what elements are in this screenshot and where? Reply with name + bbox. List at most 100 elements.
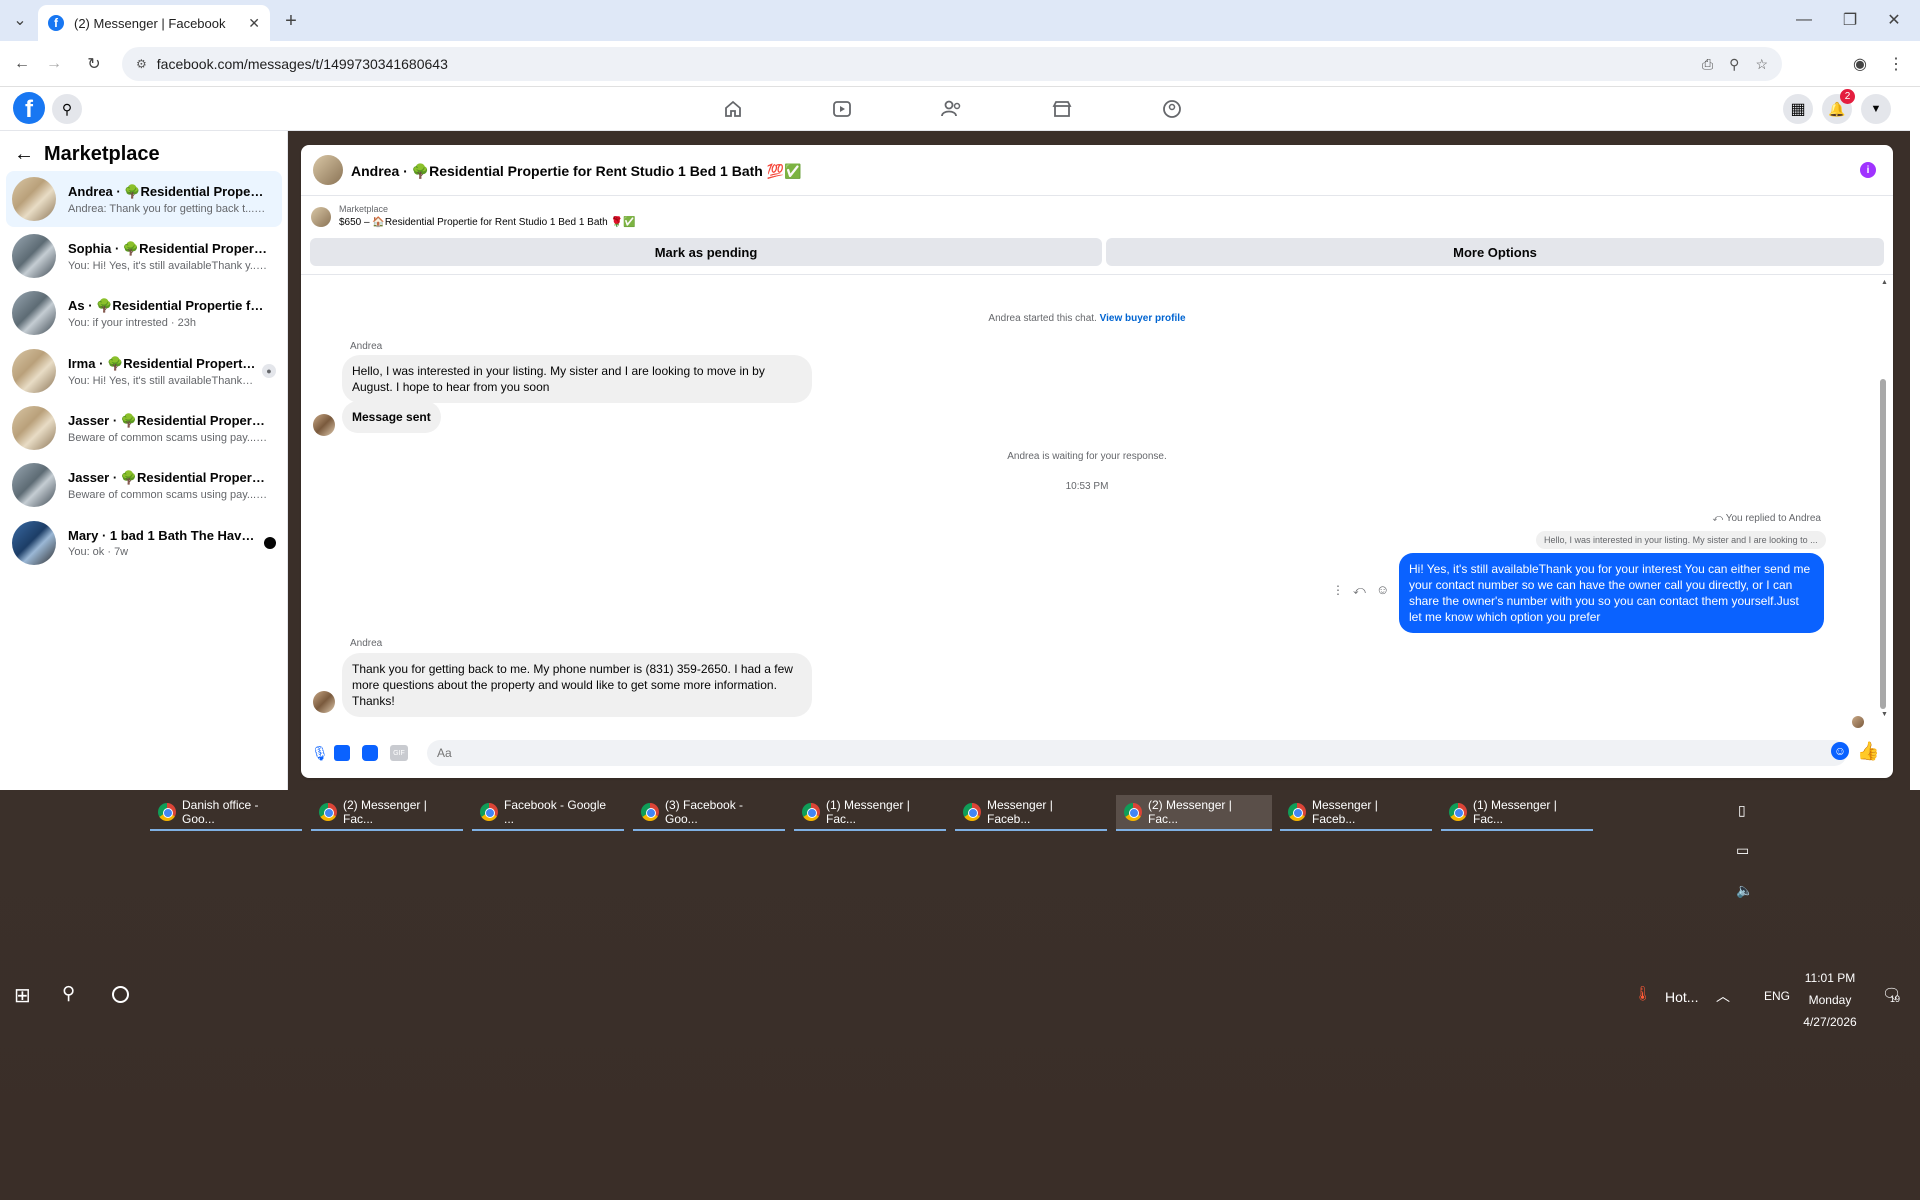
browser-tab-active[interactable]: f (2) Messenger | Facebook ✕ bbox=[38, 5, 270, 41]
message-input[interactable] bbox=[427, 740, 1847, 766]
profile-icon[interactable]: ◉ bbox=[1846, 50, 1874, 78]
incoming-message[interactable]: Thank you for getting back to me. My pho… bbox=[342, 653, 812, 717]
scrollbar-thumb[interactable] bbox=[1880, 379, 1886, 709]
facebook-logo-icon[interactable]: f bbox=[13, 92, 45, 124]
chat-header-avatar[interactable] bbox=[313, 155, 343, 185]
incoming-message[interactable]: Message sent bbox=[342, 401, 441, 433]
info-icon[interactable]: i bbox=[1860, 162, 1876, 178]
account-dropdown-icon[interactable]: ▼ bbox=[1861, 94, 1891, 124]
microphone-icon[interactable]: 🎙 bbox=[311, 745, 329, 762]
taskbar-item[interactable]: Facebook - Google ... bbox=[472, 795, 624, 831]
conversation-item[interactable]: As · 🌳Residential Propertie for Re... You… bbox=[6, 285, 282, 341]
taskbar-item[interactable]: (1) Messenger | Fac... bbox=[794, 795, 946, 831]
conversation-item[interactable]: Jasser · 🌳Residential Propertie for... Be… bbox=[6, 457, 282, 513]
new-tab-icon[interactable]: + bbox=[277, 7, 305, 35]
mark-as-pending-button[interactable]: Mark as pending bbox=[310, 238, 1102, 266]
close-tab-icon[interactable]: ✕ bbox=[248, 15, 260, 32]
taskbar-item[interactable]: Danish office - Goo... bbox=[150, 795, 302, 831]
react-icon[interactable]: ☺ bbox=[1376, 582, 1389, 597]
view-buyer-profile-link[interactable]: View buyer profile bbox=[1100, 313, 1186, 324]
facebook-header: f ⚲ ▦ 🔔 2 ▼ bbox=[0, 87, 1910, 131]
conversation-name: As · 🌳Residential Propertie for Re... bbox=[68, 297, 268, 313]
chat-header-title[interactable]: Andrea · 🌳Residential Propertie for Rent… bbox=[351, 163, 802, 180]
avatar bbox=[12, 177, 56, 221]
clock-day: Monday bbox=[1808, 993, 1852, 1007]
conversation-item[interactable]: Jasser · 🌳Residential Propertie for... Be… bbox=[6, 400, 282, 456]
language-indicator[interactable]: ENG bbox=[1764, 989, 1790, 1003]
install-icon[interactable]: ⎙ bbox=[1702, 56, 1713, 73]
monitor-icon[interactable]: ▭ bbox=[1736, 842, 1749, 859]
sticker-icon[interactable] bbox=[362, 745, 378, 761]
waiting-notice: Andrea is waiting for your response. bbox=[1007, 451, 1167, 462]
page-scrollbar[interactable] bbox=[1910, 87, 1920, 790]
taskbar-label: Messenger | Faceb... bbox=[987, 798, 1053, 826]
chrome-icon bbox=[1288, 803, 1306, 821]
chrome-icon bbox=[1124, 803, 1142, 821]
taskbar-item[interactable]: (3) Facebook - Goo... bbox=[633, 795, 785, 831]
taskbar-search-icon[interactable]: ⚲ bbox=[62, 983, 75, 1004]
like-thumb-icon[interactable]: 👍 bbox=[1857, 741, 1879, 762]
more-actions-icon[interactable]: ⋮ bbox=[1332, 583, 1344, 597]
tablet-mode-icon[interactable]: ▯ bbox=[1738, 802, 1746, 819]
more-options-button[interactable]: More Options bbox=[1106, 238, 1884, 266]
weather-icon[interactable]: 🌡 bbox=[1634, 985, 1652, 1002]
nav-groups-icon[interactable] bbox=[1160, 97, 1184, 121]
listing-title[interactable]: $650 – 🏠Residential Propertie for Rent S… bbox=[339, 217, 635, 228]
taskbar-item[interactable]: Messenger | Faceb... bbox=[955, 795, 1107, 831]
incoming-message[interactable]: Hello, I was interested in your listing.… bbox=[342, 355, 812, 403]
chat-started-notice: Andrea started this chat. View buyer pro… bbox=[301, 313, 1873, 324]
zoom-icon[interactable]: ⚲ bbox=[1729, 56, 1739, 73]
sidebar-title: Marketplace bbox=[44, 143, 160, 165]
quoted-message[interactable]: Hello, I was interested in your listing.… bbox=[1536, 531, 1826, 549]
windows-start-icon[interactable]: ⊞ bbox=[14, 983, 31, 1008]
address-bar[interactable]: ⚙ facebook.com/messages/t/14997303416806… bbox=[122, 47, 1782, 81]
cortana-icon[interactable] bbox=[112, 986, 129, 1003]
emoji-icon[interactable]: ☺ bbox=[1831, 742, 1849, 760]
taskbar-item-active[interactable]: (2) Messenger | Fac... bbox=[1116, 795, 1272, 831]
site-info-icon[interactable]: ⚙ bbox=[136, 57, 147, 71]
nav-video-icon[interactable] bbox=[830, 97, 854, 121]
conversation-preview: Andrea: Thank you for getting back t... … bbox=[68, 202, 268, 215]
listing-thumbnail[interactable] bbox=[311, 207, 331, 227]
back-icon[interactable]: ← bbox=[8, 50, 36, 78]
gif-icon[interactable]: GIF bbox=[390, 745, 408, 761]
menu-grid-icon[interactable]: ▦ bbox=[1783, 94, 1813, 124]
clock[interactable]: 11:01 PM Monday 4/27/2026 bbox=[1790, 967, 1870, 1033]
chrome-menu-icon[interactable]: ⋮ bbox=[1882, 50, 1910, 78]
timestamp: 10:53 PM bbox=[1065, 481, 1109, 492]
search-icon[interactable]: ⚲ bbox=[52, 94, 82, 124]
tab-search-icon[interactable]: ⌄ bbox=[6, 6, 34, 34]
nav-home-icon[interactable] bbox=[721, 97, 745, 121]
bookmark-star-icon[interactable]: ☆ bbox=[1755, 56, 1768, 73]
taskbar-item[interactable]: (2) Messenger | Fac... bbox=[311, 795, 463, 831]
nav-marketplace-icon[interactable] bbox=[1050, 97, 1074, 121]
chat-panel: Andrea · 🌳Residential Propertie for Rent… bbox=[301, 145, 1893, 778]
restore-icon[interactable]: ❐ bbox=[1836, 6, 1864, 34]
taskbar-item[interactable]: (1) Messenger | Fac... bbox=[1441, 795, 1593, 831]
conversation-item[interactable]: Irma · 🌳Residential Propertie f... You: H… bbox=[6, 343, 282, 399]
reply-icon[interactable]: ⤺ bbox=[1353, 583, 1366, 598]
conversation-item[interactable]: Andrea · 🌳Residential Propertie f... Andr… bbox=[6, 171, 282, 227]
reload-icon[interactable]: ↻ bbox=[80, 50, 108, 78]
forward-icon[interactable]: → bbox=[40, 50, 68, 78]
avatar bbox=[12, 521, 56, 565]
window-close-icon[interactable]: ✕ bbox=[1880, 6, 1908, 34]
sender-avatar[interactable] bbox=[313, 414, 335, 436]
outgoing-message[interactable]: Hi! Yes, it's still availableThank you f… bbox=[1399, 553, 1824, 633]
back-arrow-icon[interactable]: ← bbox=[14, 143, 34, 166]
photo-icon[interactable] bbox=[334, 745, 350, 761]
conversation-item[interactable]: Mary · 1 bad 1 Bath The Haven L... You: o… bbox=[6, 515, 282, 571]
taskbar-label: (2) Messenger | Fac... bbox=[1148, 798, 1232, 826]
sender-avatar[interactable] bbox=[313, 691, 335, 713]
message-scrollbar[interactable]: ▲ ▼ bbox=[1878, 279, 1888, 719]
browser-toolbar: ← → ↻ ⚙ facebook.com/messages/t/14997303… bbox=[0, 41, 1920, 87]
conversation-preview: You: if your intrested · 23h bbox=[68, 316, 197, 329]
volume-icon[interactable]: 🔈 bbox=[1736, 882, 1753, 899]
nav-friends-icon[interactable] bbox=[940, 97, 964, 121]
minimize-icon[interactable]: — bbox=[1790, 6, 1818, 34]
conversation-item[interactable]: Sophia · 🌳Residential Propertie f... You:… bbox=[6, 228, 282, 284]
taskbar-item[interactable]: Messenger | Faceb... bbox=[1280, 795, 1432, 831]
tray-expand-icon[interactable]: ︿ bbox=[1716, 986, 1730, 1006]
conversation-preview: Beware of common scams using pay... · 6w bbox=[68, 488, 268, 501]
weather-text[interactable]: Hot... bbox=[1665, 989, 1698, 1005]
